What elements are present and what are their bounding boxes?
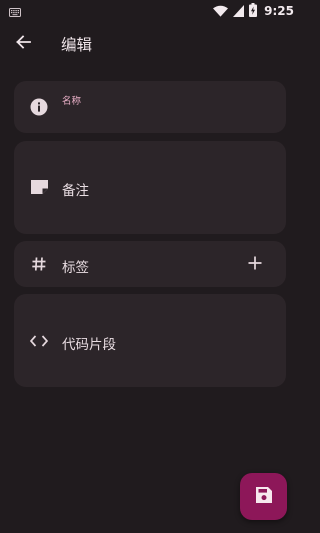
name-field[interactable]: 名称 xyxy=(14,81,286,133)
signal-icon xyxy=(233,2,245,21)
back-button[interactable] xyxy=(11,32,35,56)
name-field-label: 名称 xyxy=(62,96,82,107)
notes-field[interactable]: 备注 xyxy=(14,141,286,234)
tags-field-label: 标签 xyxy=(62,260,89,276)
code-snippet-field[interactable]: 代码片段 xyxy=(14,294,286,387)
battery-charging-icon xyxy=(249,2,258,21)
note-icon xyxy=(30,178,48,196)
add-tag-button[interactable] xyxy=(244,253,266,275)
save-button[interactable] xyxy=(240,473,287,520)
app-bar: 编辑 xyxy=(0,22,300,66)
notes-field-label: 备注 xyxy=(62,183,89,199)
code-snippet-field-label: 代码片段 xyxy=(62,337,116,353)
status-time: 9:25 xyxy=(264,4,294,18)
status-bar: 9:25 xyxy=(0,0,300,22)
status-icons: 9:25 xyxy=(213,2,294,21)
plus-icon xyxy=(248,255,262,274)
arrow-back-icon xyxy=(15,34,31,54)
save-icon xyxy=(255,486,272,507)
code-icon xyxy=(30,332,48,350)
hash-icon xyxy=(30,255,48,273)
wifi-icon xyxy=(213,2,229,21)
keyboard-icon xyxy=(9,2,21,21)
tags-field: 标签 xyxy=(14,241,286,287)
info-icon xyxy=(30,98,48,116)
page-title: 编辑 xyxy=(61,36,93,54)
